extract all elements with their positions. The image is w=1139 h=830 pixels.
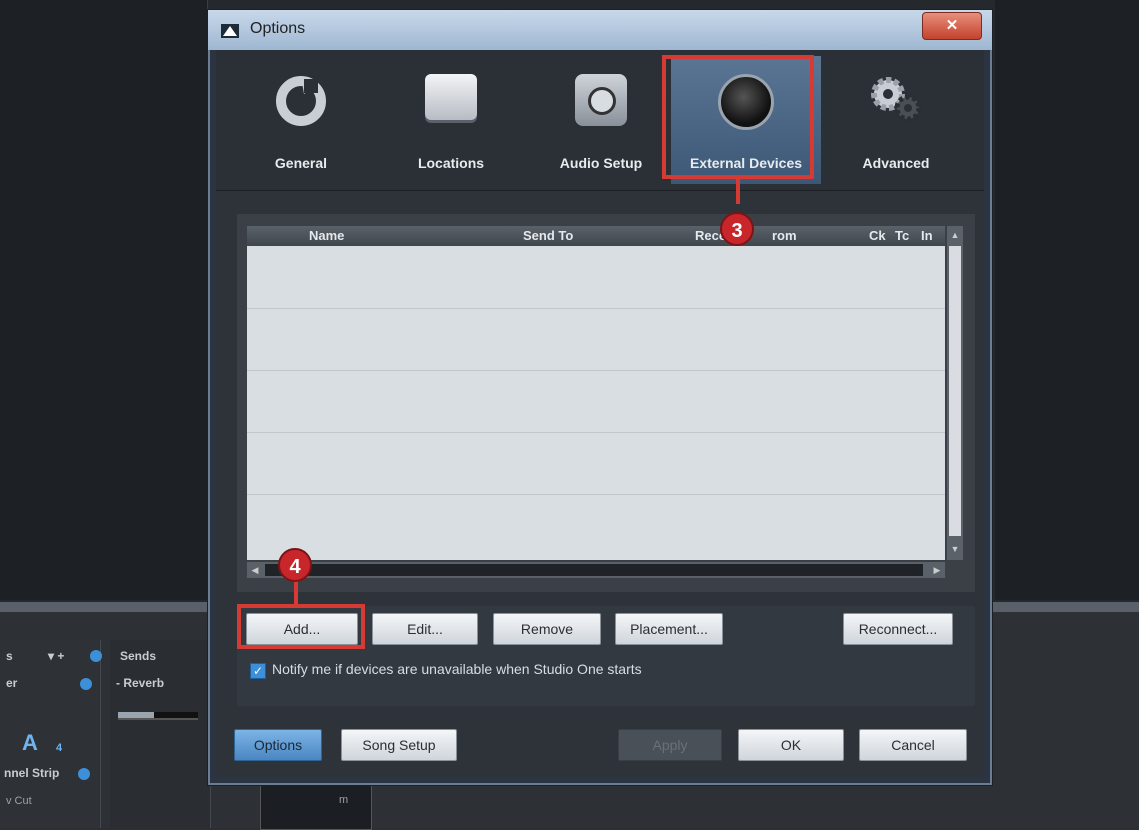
bg-reverb-label: - Reverb <box>116 676 165 690</box>
remove-button[interactable]: Remove <box>493 613 601 645</box>
vertical-scroll-thumb[interactable] <box>949 246 961 536</box>
bg-send-slider[interactable] <box>118 712 198 720</box>
device-list-header: Name Send To Rece rom Ck Tc In <box>247 226 945 246</box>
device-list[interactable] <box>247 246 945 560</box>
column-header-tc[interactable]: Tc <box>895 228 909 243</box>
category-tabbar: General Locations Audio Setup External D… <box>216 50 984 191</box>
column-header-in[interactable]: In <box>921 228 933 243</box>
cancel-button[interactable]: Cancel <box>859 729 967 761</box>
gears-icon <box>871 77 922 122</box>
bg-track-column <box>1035 0 1139 600</box>
horizontal-scrollbar[interactable]: ◀ ▶ <box>247 562 945 578</box>
column-header-send-to[interactable]: Send To <box>523 228 573 243</box>
bg-partial-label: er <box>6 676 18 690</box>
device-list-panel: Name Send To Rece rom Ck Tc In ▲ ▼ ◀ ▶ <box>237 214 975 592</box>
column-header-receive-from-tail: rom <box>772 228 797 243</box>
column-header-name[interactable]: Name <box>309 228 344 243</box>
vertical-scrollbar[interactable]: ▲ ▼ <box>947 226 963 560</box>
list-row-divider <box>247 432 945 433</box>
tab-general[interactable]: General <box>226 56 376 184</box>
tab-label: Locations <box>417 155 485 171</box>
edit-button[interactable]: Edit... <box>372 613 478 645</box>
notify-checkbox[interactable]: ✓ <box>250 663 266 679</box>
tab-label: Advanced <box>862 155 930 171</box>
bg-sends-panel <box>110 640 211 828</box>
list-row-divider <box>247 494 945 495</box>
bg-partial-label: s <box>6 649 13 663</box>
bg-small-digit: 4 <box>56 742 63 754</box>
bg-power-icon[interactable] <box>80 678 92 690</box>
song-setup-button[interactable]: Song Setup <box>341 729 457 761</box>
titlebar[interactable]: Options ✕ <box>208 10 992 50</box>
placement-button[interactable]: Placement... <box>615 613 723 645</box>
scroll-down-icon[interactable]: ▼ <box>947 542 963 556</box>
bg-channel-strip-icon[interactable] <box>78 768 90 780</box>
marker-3-line <box>736 178 740 204</box>
horizontal-scroll-thumb[interactable] <box>265 564 923 576</box>
bg-mixer-strip: m <box>260 785 372 830</box>
scroll-up-icon[interactable]: ▲ <box>947 228 963 242</box>
tab-label: Audio Setup <box>559 155 643 171</box>
bg-fader-label: m <box>339 794 349 806</box>
scroll-left-icon[interactable]: ◀ <box>247 562 263 578</box>
tab-audio-setup[interactable]: Audio Setup <box>526 56 676 184</box>
reconnect-button[interactable]: Reconnect... <box>843 613 953 645</box>
bg-channel-strip-label: nnel Strip <box>4 766 60 780</box>
bg-track-column <box>995 0 1036 600</box>
ok-button[interactable]: OK <box>738 729 844 761</box>
close-button[interactable]: ✕ <box>922 12 982 40</box>
bg-track-column <box>0 0 151 600</box>
notify-label[interactable]: Notify me if devices are unavailable whe… <box>272 661 642 677</box>
bg-partial-label: v Cut <box>6 795 32 807</box>
bg-sends-label: Sends <box>120 649 157 663</box>
add-button-highlight <box>237 604 365 649</box>
bg-slider-fill <box>118 712 154 718</box>
list-row-divider <box>247 370 945 371</box>
marker-4: 4 <box>278 548 312 582</box>
refresh-icon <box>276 76 326 126</box>
bg-add-icon[interactable] <box>90 650 102 662</box>
tab-label: General <box>274 155 328 171</box>
tab-locations[interactable]: Locations <box>376 56 526 184</box>
speaker-icon <box>575 74 627 126</box>
apply-button[interactable]: Apply <box>618 729 722 761</box>
column-header-ck[interactable]: Ck <box>869 228 886 243</box>
marker-3: 3 <box>720 212 754 246</box>
list-row-divider <box>247 308 945 309</box>
scroll-right-icon[interactable]: ▶ <box>929 562 945 578</box>
studio-one-logo-icon <box>221 24 239 38</box>
tab-advanced[interactable]: Advanced <box>821 56 971 184</box>
bg-track-column <box>150 0 208 600</box>
window-title: Options <box>250 20 306 37</box>
external-devices-highlight <box>662 55 814 179</box>
bg-automation-letter: A <box>22 730 38 755</box>
options-button[interactable]: Options <box>234 729 322 761</box>
bg-controls-label[interactable]: ▾ + <box>48 649 64 663</box>
drive-icon <box>425 74 477 120</box>
